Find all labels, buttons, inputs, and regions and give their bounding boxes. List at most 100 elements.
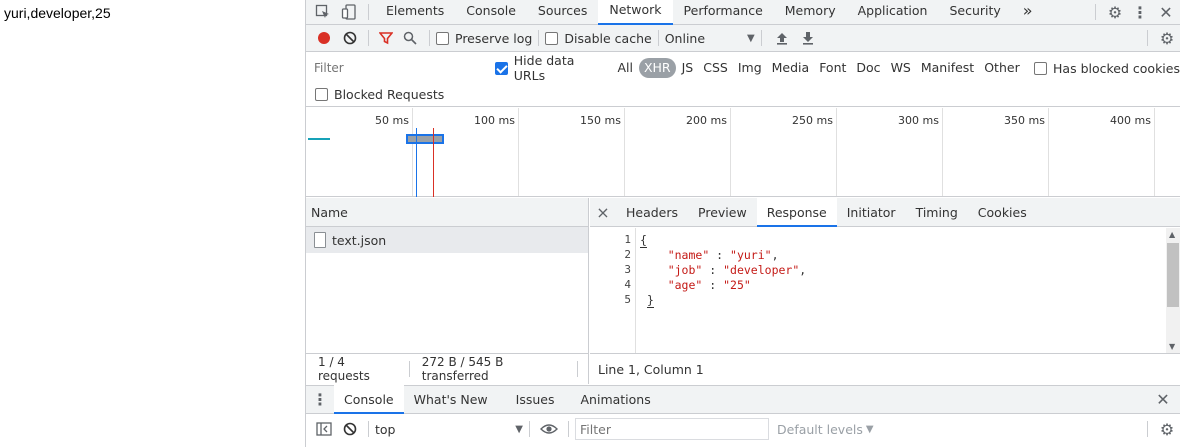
device-toolbar-icon[interactable]	[336, 4, 362, 20]
drawer-tab-animations[interactable]: Animations	[571, 385, 661, 414]
timeline-gridline	[1154, 108, 1155, 196]
scroll-down-arrow-icon[interactable]: ▼	[1169, 342, 1175, 351]
code-line-1: {	[640, 233, 647, 248]
filter-input[interactable]	[309, 58, 482, 78]
live-expression-eye-icon[interactable]	[536, 423, 562, 435]
tab-headers[interactable]: Headers	[616, 198, 688, 227]
scroll-thumb[interactable]	[1167, 243, 1179, 307]
clear-icon[interactable]	[338, 31, 362, 45]
drawer-tab-issues[interactable]: Issues	[506, 385, 565, 414]
console-filter-input[interactable]	[575, 418, 769, 440]
divider	[368, 4, 369, 20]
drawer-tab-console[interactable]: Console	[334, 385, 404, 414]
hide-data-urls-checkbox[interactable]	[495, 61, 508, 75]
tab-timing[interactable]: Timing	[906, 198, 968, 227]
tab-elements[interactable]: Elements	[375, 0, 455, 25]
line-number: 4	[624, 278, 631, 291]
blocked-requests-checkbox[interactable]	[315, 88, 328, 101]
throttle-select[interactable]: Online ▼	[665, 31, 755, 46]
response-code-viewer[interactable]: 1 2 3 4 5 { "name" : "yuri", "job" : "de…	[590, 228, 1166, 353]
tab-security[interactable]: Security	[938, 0, 1011, 25]
more-tabs-button[interactable]: »	[1012, 0, 1044, 25]
filter-funnel-icon[interactable]	[375, 31, 397, 45]
has-blocked-cookies-checkbox[interactable]	[1034, 61, 1048, 75]
tab-preview[interactable]: Preview	[688, 198, 757, 227]
close-detail-icon[interactable]: ×	[590, 203, 616, 222]
disable-cache-checkbox[interactable]	[545, 31, 559, 45]
throttle-value: Online	[664, 30, 706, 46]
type-filter-media[interactable]: Media	[768, 58, 814, 78]
request-row[interactable]: text.json	[306, 227, 588, 253]
console-settings-gear-icon[interactable]: ⚙	[1154, 420, 1180, 439]
line-number: 3	[624, 263, 631, 276]
tab-response[interactable]: Response	[756, 197, 837, 227]
close-drawer-icon[interactable]: ✕	[1146, 390, 1180, 409]
timeline-tick-label: 200 ms	[686, 114, 727, 127]
response-scrollbar[interactable]: ▲ ▼	[1166, 228, 1180, 353]
context-select[interactable]: top ▼	[375, 422, 523, 437]
type-filter-js[interactable]: JS	[678, 58, 698, 78]
kebab-menu-icon[interactable]: ⋮	[1128, 3, 1152, 22]
json-value-age: "25"	[723, 278, 751, 292]
tab-network[interactable]: Network	[598, 0, 673, 25]
settings-gear-icon[interactable]: ⚙	[1102, 3, 1128, 22]
tab-initiator[interactable]: Initiator	[837, 198, 906, 227]
json-key-age: "age"	[667, 278, 703, 292]
search-icon[interactable]	[397, 31, 423, 45]
blocked-requests-bar: Blocked Requests	[306, 83, 1180, 107]
blocked-requests-label: Blocked Requests	[334, 87, 445, 102]
preserve-log-checkbox[interactable]	[436, 31, 449, 45]
preserve-log-label: Preserve log	[455, 30, 533, 46]
divider	[760, 30, 762, 46]
log-levels-select[interactable]: Default levels ▼	[777, 422, 874, 437]
timeline-tick-label: 150 ms	[580, 114, 621, 127]
divider	[1147, 30, 1148, 46]
devtools-main-tabs: Elements Console Sources Network Perform…	[306, 0, 1180, 25]
scroll-up-arrow-icon[interactable]: ▲	[1169, 230, 1175, 239]
log-levels-label: Default levels	[777, 421, 863, 437]
divider	[1147, 421, 1148, 437]
tab-sources[interactable]: Sources	[527, 0, 598, 25]
tab-console[interactable]: Console	[455, 0, 527, 25]
name-column-header[interactable]: Name	[306, 198, 588, 227]
type-filter-manifest[interactable]: Manifest	[917, 58, 978, 78]
network-settings-gear-icon[interactable]: ⚙	[1154, 29, 1180, 48]
tab-cookies[interactable]: Cookies	[968, 198, 1037, 227]
export-har-icon[interactable]	[796, 31, 820, 45]
import-har-icon[interactable]	[768, 31, 796, 45]
type-filter-css[interactable]: CSS	[699, 58, 732, 78]
close-devtools-icon[interactable]: ✕	[1152, 3, 1180, 22]
type-filter-img[interactable]: Img	[734, 58, 766, 78]
network-summary-bar: 1 / 4 requests 272 B / 545 B transferred	[306, 353, 588, 384]
console-sidebar-icon[interactable]	[310, 422, 338, 436]
divider	[657, 30, 659, 46]
divider	[368, 421, 369, 437]
drawer-tabs: ⋮ Console What's New Issues Animations ✕	[306, 385, 1180, 414]
json-value-name: "yuri"	[730, 248, 772, 262]
divider	[429, 30, 430, 46]
code-line-3: "job" : "developer",	[667, 263, 807, 277]
timeline-load-line	[433, 128, 434, 197]
file-icon	[314, 232, 326, 248]
timeline-tick-label: 350 ms	[1004, 114, 1045, 127]
tab-application[interactable]: Application	[847, 0, 939, 25]
hide-data-urls-label: Hide data URLs	[513, 53, 575, 83]
line-number-gutter: 1 2 3 4 5	[590, 228, 636, 353]
inspect-element-icon[interactable]	[310, 4, 336, 20]
type-filter-other[interactable]: Other	[980, 58, 1024, 78]
type-filter-font[interactable]: Font	[815, 58, 850, 78]
drawer-tab-whats-new[interactable]: What's New	[404, 385, 498, 414]
type-filter-doc[interactable]: Doc	[852, 58, 884, 78]
type-filter-xhr[interactable]: XHR	[638, 58, 676, 78]
dropdown-arrow-icon: ▼	[515, 423, 523, 435]
record-icon[interactable]	[310, 31, 338, 45]
drawer-menu-icon[interactable]: ⋮	[306, 390, 334, 409]
timeline-gridline	[1048, 108, 1049, 196]
divider	[1095, 4, 1096, 20]
console-clear-icon[interactable]	[338, 422, 362, 436]
type-filter-all[interactable]: All	[613, 58, 637, 78]
type-filter-ws[interactable]: WS	[887, 58, 915, 78]
tab-performance[interactable]: Performance	[673, 0, 774, 25]
tab-memory[interactable]: Memory	[774, 0, 847, 25]
network-timeline-overview[interactable]: 50 ms 100 ms 150 ms 200 ms 250 ms 300 ms…	[306, 108, 1180, 197]
